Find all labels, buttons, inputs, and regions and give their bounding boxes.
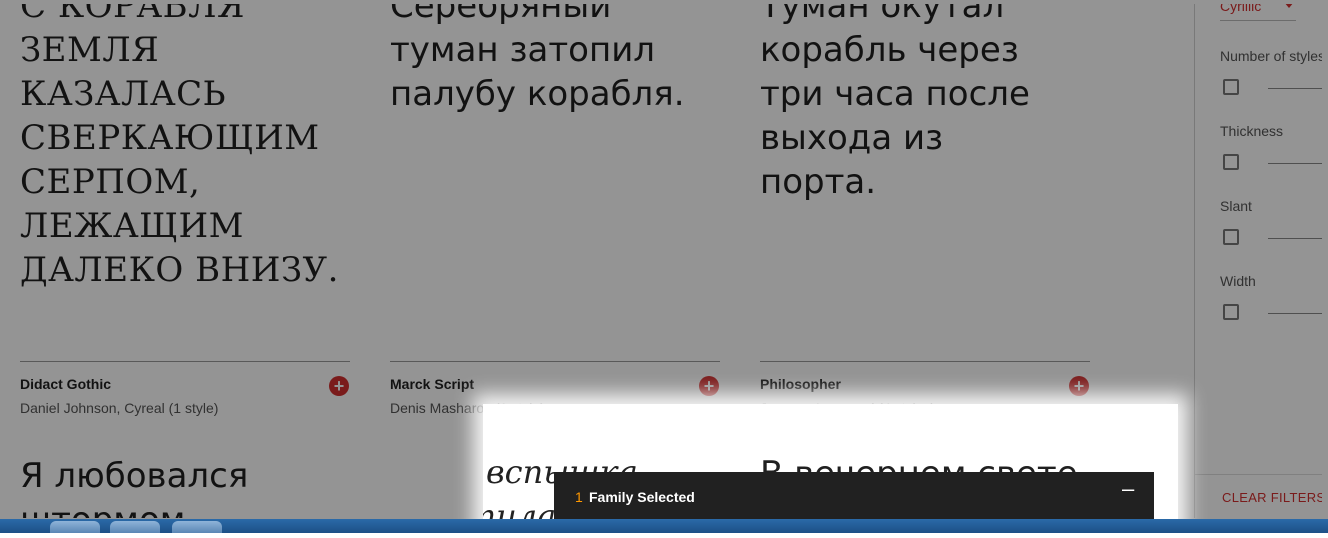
- font-family-name[interactable]: Didact Gothic: [20, 376, 111, 392]
- sample-line: три часа после: [760, 74, 1030, 114]
- filter-slider-slant[interactable]: [1268, 238, 1322, 239]
- sample-line: Я любовался: [20, 456, 249, 496]
- font-family-name[interactable]: Philosopher: [760, 376, 841, 392]
- filters-sidebar: Cyrillic Number of styles Thickness Slan…: [1194, 4, 1322, 518]
- sample-line: порта.: [760, 162, 877, 202]
- plus-circle-icon[interactable]: +: [1069, 376, 1089, 396]
- sample-line: штормом: [20, 498, 248, 518]
- sample-line: туман затопил: [390, 30, 656, 70]
- filter-slider-width[interactable]: [1268, 313, 1322, 314]
- font-sample-text: Я любовался штормом: [20, 454, 248, 518]
- sample-line: корабль через: [760, 30, 1019, 70]
- card-divider: [20, 361, 350, 362]
- sample-line: выхода из: [760, 118, 944, 158]
- sample-line: Туман окутал: [760, 4, 1005, 26]
- font-sample-text: Серебряный туман затопил палубу корабля.: [390, 4, 685, 116]
- filter-label-thickness: Thickness: [1220, 123, 1284, 139]
- language-select-value: Cyrillic: [1220, 4, 1262, 14]
- sample-line: ЗЕМЛЯ: [20, 30, 160, 70]
- taskbar-app-button[interactable]: [110, 521, 160, 533]
- filter-slider-thickness[interactable]: [1268, 163, 1322, 164]
- sample-line: палубу корабля.: [390, 74, 685, 114]
- filter-checkbox-slant[interactable]: [1223, 229, 1239, 245]
- sample-line: Серебряный: [390, 4, 612, 26]
- filter-label-slant: Slant: [1220, 198, 1252, 214]
- clear-filters-button[interactable]: CLEAR FILTERS: [1222, 490, 1322, 505]
- selected-count: 1: [575, 489, 583, 505]
- font-family-name[interactable]: Marck Script: [390, 376, 474, 392]
- filter-checkbox-number-of-styles[interactable]: [1223, 79, 1239, 95]
- plus-circle-icon[interactable]: +: [329, 376, 349, 396]
- family-selected-bar[interactable]: 1 Family Selected –: [554, 472, 1154, 520]
- caret-down-icon: [1284, 4, 1294, 8]
- taskbar-app-button[interactable]: [172, 521, 222, 533]
- font-designer-info: Daniel Johnson, Cyreal (1 style): [20, 400, 219, 416]
- sample-line: СВЕРКАЮЩИМ: [20, 118, 320, 158]
- sample-line: ДАЛЕКО ВНИЗУ.: [20, 250, 339, 290]
- font-sample-text: Туман окутал корабль через три часа посл…: [760, 4, 1030, 204]
- sample-line: КАЗАЛАСЬ: [20, 74, 227, 114]
- sample-line: С КОРАБЛЯ: [20, 4, 245, 26]
- sample-line: ЛЕЖАЩИМ: [20, 206, 244, 246]
- language-select[interactable]: Cyrillic: [1220, 4, 1296, 21]
- card-divider: [760, 361, 1090, 362]
- filter-label-width: Width: [1220, 273, 1256, 289]
- filter-label-number-of-styles: Number of styles: [1220, 48, 1322, 64]
- filter-slider-number-of-styles[interactable]: [1268, 88, 1322, 89]
- filter-checkbox-thickness[interactable]: [1223, 154, 1239, 170]
- selected-label: Family Selected: [589, 489, 695, 505]
- taskbar-start-button[interactable]: [50, 521, 100, 533]
- card-divider: [390, 361, 720, 362]
- sidebar-footer-divider: [1195, 474, 1322, 475]
- minimize-icon[interactable]: –: [1122, 476, 1134, 502]
- font-sample-text: С КОРАБЛЯ ЗЕМЛЯ КАЗАЛАСЬ СВЕРКАЮЩИМ СЕРП…: [20, 4, 339, 292]
- plus-circle-icon[interactable]: +: [699, 376, 719, 396]
- sample-line: СЕРПОМ,: [20, 162, 201, 202]
- filter-checkbox-width[interactable]: [1223, 304, 1239, 320]
